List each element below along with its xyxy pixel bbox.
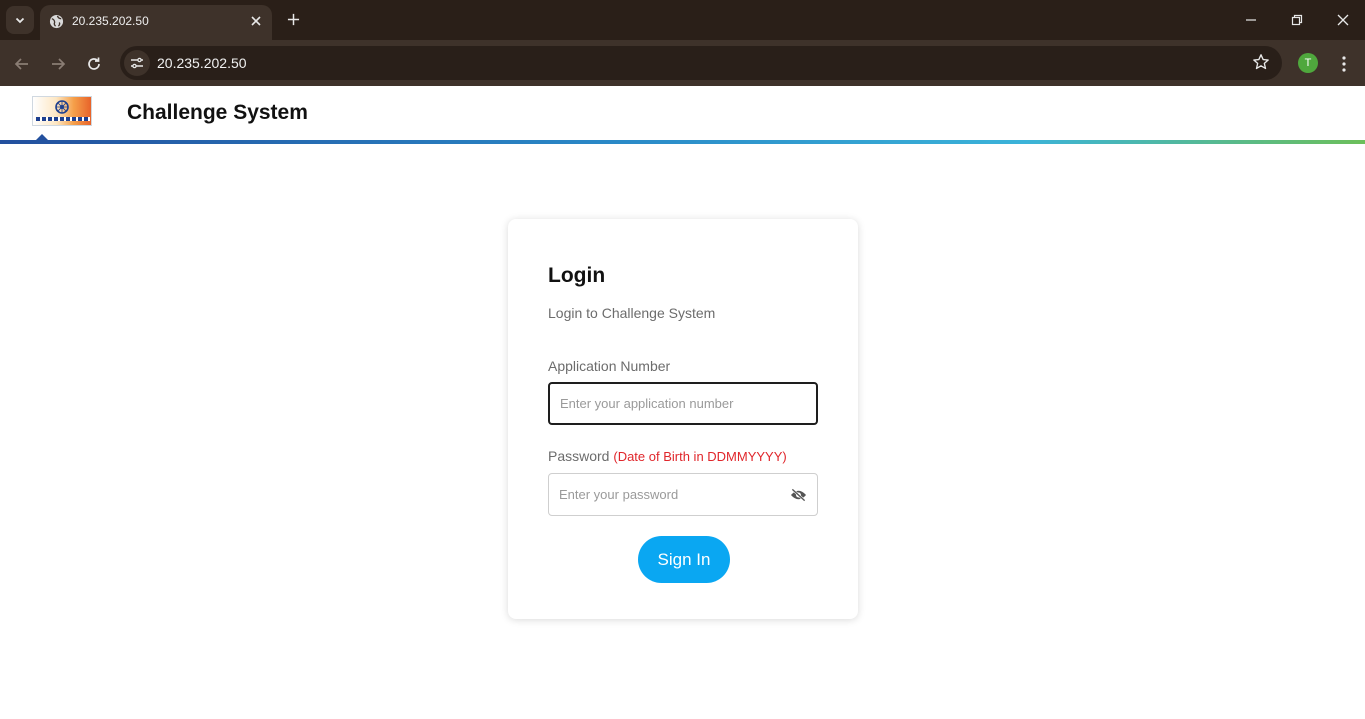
bookmark-button[interactable] xyxy=(1252,53,1270,76)
header-caret xyxy=(36,134,48,140)
eye-off-icon xyxy=(790,488,806,502)
application-number-label: Application Number xyxy=(548,358,670,374)
sign-in-button[interactable]: Sign In xyxy=(638,536,730,583)
chevron-down-icon xyxy=(15,17,25,24)
password-label-text: Password xyxy=(548,448,610,464)
star-icon xyxy=(1253,54,1269,70)
address-bar[interactable]: 20.235.202.50 xyxy=(120,46,1282,80)
site-title: Challenge System xyxy=(127,101,308,124)
application-number-field xyxy=(548,382,818,425)
close-window-button[interactable] xyxy=(1329,8,1357,32)
site-header: Challenge System xyxy=(0,86,1365,140)
password-visibility-toggle[interactable] xyxy=(789,487,807,503)
browser-tab-bar: 20.235.202.50 xyxy=(0,0,1365,40)
browser-menu-button[interactable] xyxy=(1334,52,1354,76)
new-tab-button[interactable] xyxy=(282,8,304,30)
site-info-button[interactable] xyxy=(124,50,150,76)
reload-icon xyxy=(88,57,100,70)
plus-icon xyxy=(287,13,299,25)
application-number-input[interactable] xyxy=(550,384,816,423)
close-icon xyxy=(251,16,261,26)
logo-text-strip xyxy=(36,117,90,121)
header-gradient-line xyxy=(0,140,1365,144)
profile-avatar[interactable]: T xyxy=(1298,53,1318,73)
tune-icon xyxy=(131,57,143,69)
password-label: Password (Date of Birth in DDMMYYYY) xyxy=(548,448,787,464)
reload-button[interactable] xyxy=(82,52,106,76)
password-input[interactable] xyxy=(549,474,817,515)
browser-tab[interactable]: 20.235.202.50 xyxy=(40,5,272,40)
arrow-left-icon xyxy=(14,58,28,70)
minimize-button[interactable] xyxy=(1237,8,1265,32)
login-card: Login Login to Challenge System Applicat… xyxy=(508,219,858,619)
password-hint: (Date of Birth in DDMMYYYY) xyxy=(613,449,787,464)
application-number-label-text: Application Number xyxy=(548,358,671,374)
restore-button[interactable] xyxy=(1283,8,1311,32)
close-icon xyxy=(1337,14,1349,26)
restore-icon xyxy=(1291,14,1303,26)
forward-button[interactable] xyxy=(46,52,70,76)
minimize-icon xyxy=(1246,19,1256,21)
back-button[interactable] xyxy=(10,52,34,76)
address-bar-url: 20.235.202.50 xyxy=(157,55,247,71)
tab-search-dropdown[interactable] xyxy=(6,6,34,34)
tab-title: 20.235.202.50 xyxy=(72,14,149,28)
password-field xyxy=(548,473,818,516)
tab-close-button[interactable] xyxy=(246,11,266,31)
site-logo[interactable] xyxy=(32,96,92,126)
kebab-menu-icon xyxy=(1342,56,1346,72)
arrow-right-icon xyxy=(52,58,66,70)
login-subtitle: Login to Challenge System xyxy=(548,305,716,321)
browser-toolbar: 20.235.202.50 T xyxy=(0,40,1365,86)
emblem-icon xyxy=(55,100,69,114)
login-title: Login xyxy=(548,264,606,287)
globe-icon xyxy=(49,14,64,29)
